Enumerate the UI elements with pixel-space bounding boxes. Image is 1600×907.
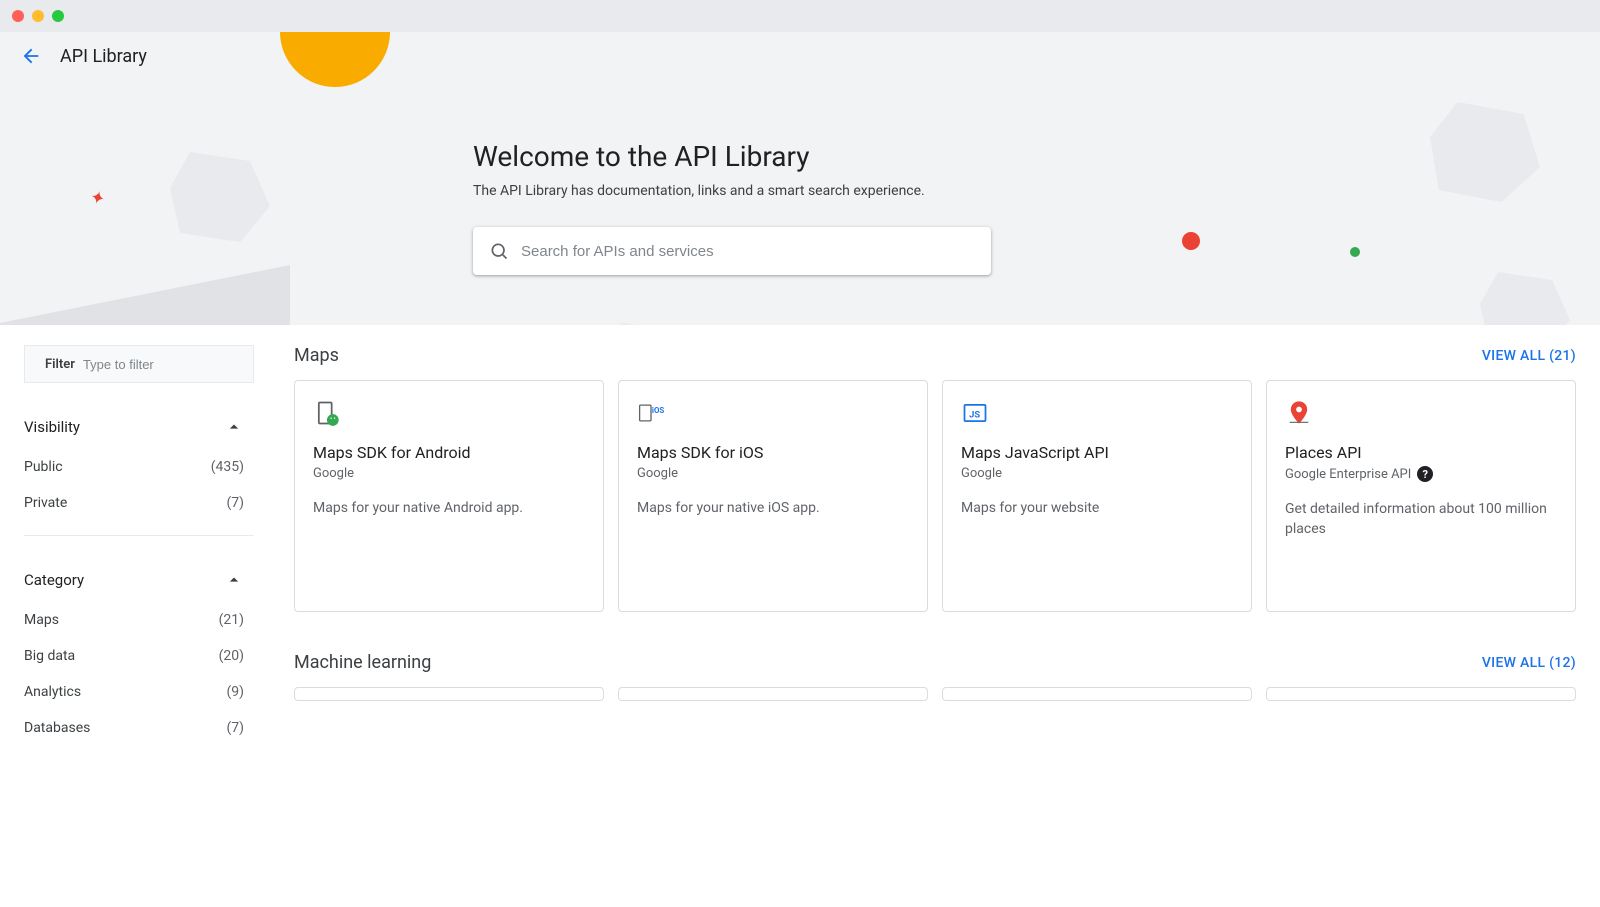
card-description: Get detailed information about 100 milli… (1285, 500, 1557, 539)
svg-text:iOS: iOS (652, 406, 664, 415)
search-input-container[interactable] (473, 227, 991, 275)
card-vendor: Google (313, 466, 585, 481)
sidebar-item[interactable]: Maps (21) (24, 602, 254, 638)
decoration-triangle-icon (0, 265, 290, 325)
view-all-link[interactable]: VIEW ALL (12) (1482, 655, 1576, 671)
api-card[interactable] (942, 687, 1252, 701)
section-title: Machine learning (294, 652, 431, 673)
card-vendor: Google Enterprise API? (1285, 466, 1557, 482)
info-icon[interactable]: ? (1417, 466, 1433, 482)
android-icon (313, 399, 341, 427)
side-section-header[interactable]: Visibility (24, 411, 254, 443)
sidebar-item-count: (435) (211, 459, 244, 475)
section-title: Maps (294, 345, 339, 366)
api-card[interactable] (618, 687, 928, 701)
decoration-star-icon: ✦ (88, 186, 108, 210)
card-vendor: Google (961, 466, 1233, 481)
page-title: API Library (60, 46, 147, 67)
places-icon (1285, 399, 1313, 427)
sidebar-item[interactable]: Databases (7) (24, 710, 254, 746)
hero-title: Welcome to the API Library (473, 140, 1373, 173)
decoration-rock-icon (170, 152, 270, 242)
sidebar-item-count: (21) (219, 612, 244, 628)
side-section-title: Category (24, 571, 84, 589)
close-window-icon[interactable] (12, 10, 24, 22)
api-card[interactable] (294, 687, 604, 701)
sidebar-item-label: Public (24, 459, 63, 475)
hero-content: Welcome to the API Library The API Libra… (473, 140, 1373, 275)
search-icon (489, 241, 509, 261)
sidebar-item-count: (7) (226, 720, 244, 736)
search-input[interactable] (521, 243, 975, 260)
decoration-dot-icon (1350, 247, 1360, 257)
sidebar-item[interactable]: Analytics (9) (24, 674, 254, 710)
card-title: Maps SDK for iOS (637, 443, 909, 462)
side-section-category: Category Maps (21) Big data (20) Analytics (9… (24, 564, 254, 746)
sidebar-item-label: Maps (24, 612, 59, 628)
card-description: Maps for your native Android app. (313, 499, 585, 519)
sidebar-item-count: (9) (226, 684, 244, 700)
card-row-maps: Maps SDK for Android Google Maps for your … (294, 380, 1576, 612)
side-section-visibility: Visibility Public (435) Private (7) (24, 411, 254, 521)
card-title: Maps JavaScript API (961, 443, 1233, 462)
chevron-up-icon (224, 570, 244, 590)
card-row-ml (294, 687, 1576, 701)
side-section-title: Visibility (24, 418, 80, 436)
card-description: Maps for your website (961, 499, 1233, 519)
section-header-maps: Maps VIEW ALL (21) (294, 345, 1576, 366)
filter-label: Filter (45, 357, 75, 372)
api-card[interactable]: JS Maps JavaScript API Google Maps for your… (942, 380, 1252, 612)
api-card[interactable] (1266, 687, 1576, 701)
sidebar-item-label: Big data (24, 648, 75, 664)
section-header-ml: Machine learning VIEW ALL (12) (294, 652, 1576, 673)
side-section-header[interactable]: Category (24, 564, 254, 596)
subheader: API Library (0, 32, 1600, 80)
sidebar-item[interactable]: Big data (20) (24, 638, 254, 674)
sidebar-item-label: Databases (24, 720, 90, 736)
decoration-rock-icon (1430, 102, 1540, 202)
ios-icon: iOS (637, 399, 665, 427)
decoration-dot-icon (1182, 232, 1200, 250)
sidebar-item-label: Private (24, 495, 67, 511)
sidebar: Filter Visibility Public(435)Private(7) … (0, 325, 266, 746)
hero-subtitle: The API Library has documentation, links… (473, 183, 1373, 199)
sidebar-item-count: (20) (219, 648, 244, 664)
filter-box[interactable]: Filter (24, 345, 254, 383)
sidebar-item[interactable]: Public (435) (24, 449, 254, 485)
back-arrow-icon[interactable] (20, 45, 42, 67)
main: Filter Visibility Public(435)Private(7) … (0, 325, 1600, 746)
decoration-rock-icon (580, 322, 720, 325)
filter-input[interactable] (83, 357, 259, 372)
card-title: Places API (1285, 443, 1557, 462)
card-title: Maps SDK for Android (313, 443, 585, 462)
chevron-up-icon (224, 417, 244, 437)
minimize-window-icon[interactable] (32, 10, 44, 22)
sidebar-item-count: (7) (226, 495, 244, 511)
sidebar-item-label: Analytics (24, 684, 81, 700)
card-vendor: Google (637, 466, 909, 481)
maximize-window-icon[interactable] (52, 10, 64, 22)
js-icon: JS (961, 399, 989, 427)
card-description: Maps for your native iOS app. (637, 499, 909, 519)
svg-text:JS: JS (969, 410, 980, 421)
api-card[interactable]: iOS Maps SDK for iOS Google Maps for your n… (618, 380, 928, 612)
window-titlebar (0, 0, 1600, 32)
sidebar-item[interactable]: Private (7) (24, 485, 254, 521)
api-card[interactable]: Maps SDK for Android Google Maps for your … (294, 380, 604, 612)
api-card[interactable]: Places API Google Enterprise API? Get deta… (1266, 380, 1576, 612)
hero: ✦ API Library Welcome to the API Library… (0, 32, 1600, 325)
view-all-link[interactable]: VIEW ALL (21) (1482, 348, 1576, 364)
content: Maps VIEW ALL (21) Maps SDK for Android G… (266, 325, 1600, 746)
decoration-rock-icon (1480, 272, 1570, 325)
